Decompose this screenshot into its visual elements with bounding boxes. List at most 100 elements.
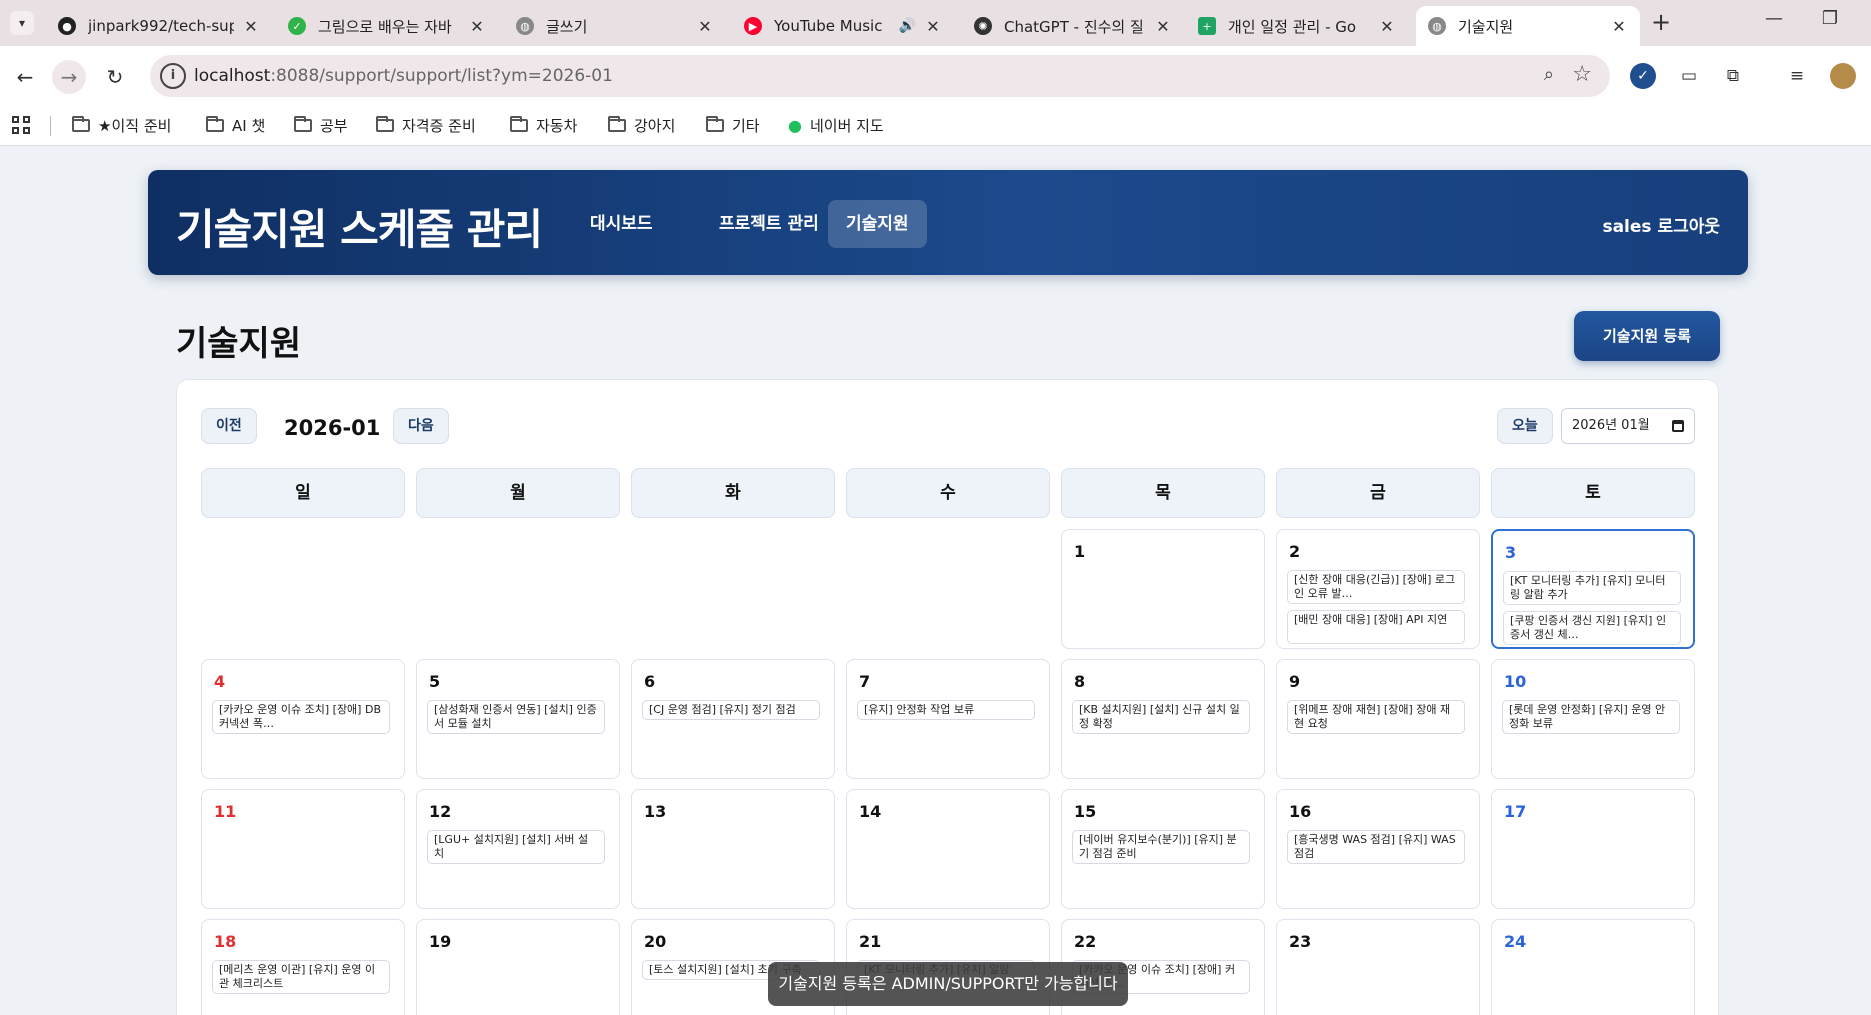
close-tab-icon[interactable]: ✕ — [924, 17, 942, 36]
address-bar[interactable]: i localhost:8088/support/support/list?ym… — [150, 55, 1610, 97]
calendar-event[interactable]: [쿠팡 인증서 갱신 지원] [유지] 인증서 갱신 체… — [1503, 611, 1681, 645]
bookmark-folder[interactable]: AI 챗 — [206, 115, 265, 136]
calendar-day[interactable]: 10 [롯데 운영 안정화] [유지] 운영 안정화 보류 — [1491, 659, 1695, 779]
speaker-icon[interactable]: 🔊 — [899, 18, 916, 34]
calendar-event[interactable]: [배민 장애 대응] [장애] API 지연 — [1287, 610, 1465, 644]
browser-tab[interactable]: ✺ ChatGPT - 진수의 질 ✕ — [962, 6, 1184, 46]
calendar-day[interactable]: 1 — [1061, 529, 1265, 649]
browser-tab[interactable]: ✓ 그림으로 배우는 자바 ✕ — [276, 6, 498, 46]
calendar-event[interactable]: [위메프 장애 재현] [장애] 장애 재현 요청 — [1287, 700, 1465, 734]
browser-tab[interactable]: ◍ 글쓰기 ✕ — [504, 6, 726, 46]
back-arrow-icon[interactable]: ← — [8, 60, 42, 94]
calendar-event[interactable]: [신한 장애 대응(긴급)] [장애] 로그인 오류 발… — [1287, 570, 1465, 604]
calendar-day[interactable]: 13 — [631, 789, 835, 909]
reload-icon[interactable]: ↻ — [98, 60, 132, 94]
browser-tab-active[interactable]: ◍ 기술지원 ✕ — [1416, 6, 1640, 46]
bookmark-folder[interactable]: ★이직 준비 — [72, 115, 171, 136]
bookmark-folder[interactable]: 자격증 준비 — [376, 115, 476, 136]
calendar-event[interactable]: [메리츠 운영 이관] [유지] 운영 이관 체크리스트 — [212, 960, 390, 994]
close-tab-icon[interactable]: ✕ — [1378, 17, 1396, 36]
bookmark-star-icon[interactable]: ☆ — [1572, 62, 1592, 87]
url-path: :8088/support/support/list?ym=2026-01 — [270, 66, 613, 86]
day-number: 13 — [644, 802, 667, 821]
calendar-icon[interactable] — [1672, 420, 1684, 432]
calendar-event[interactable]: [롯데 운영 안정화] [유지] 운영 안정화 보류 — [1502, 700, 1680, 734]
calendar-event[interactable]: [네이버 유지보수(분기)] [유지] 분기 점검 준비 — [1072, 830, 1250, 864]
site-info-icon[interactable]: i — [160, 63, 186, 89]
browser-tab[interactable]: + 개인 일정 관리 - Go ✕ — [1186, 6, 1408, 46]
day-number: 12 — [429, 802, 452, 821]
month-picker-input[interactable]: 2026년 01월 — [1561, 408, 1695, 444]
bookmark-folder[interactable]: 기타 — [706, 115, 760, 136]
calendar-day[interactable]: 18 [메리츠 운영 이관] [유지] 운영 이관 체크리스트 — [201, 919, 405, 1015]
weekday-header: 금 — [1276, 468, 1480, 518]
calendar-day[interactable]: 9 [위메프 장애 재현] [장애] 장애 재현 요청 — [1276, 659, 1480, 779]
calendar-event[interactable]: [삼성화재 인증서 연동] [설치] 인증서 모듈 설치 — [427, 700, 605, 734]
today-button[interactable]: 오늘 — [1497, 408, 1553, 444]
calendar-event[interactable]: [유지] 안정화 작업 보류 — [857, 700, 1035, 720]
close-tab-icon[interactable]: ✕ — [242, 17, 260, 36]
logout-link[interactable]: sales 로그아웃 — [1602, 212, 1720, 237]
browser-toolbar: ← → ↻ i localhost:8088/support/support/l… — [0, 46, 1871, 106]
bookmark-label: 기타 — [732, 117, 760, 135]
bookmark-folder[interactable]: 공부 — [294, 115, 348, 136]
day-number: 21 — [859, 932, 882, 951]
forward-arrow-icon[interactable]: → — [52, 60, 86, 94]
media-queue-icon[interactable]: ≡ — [1784, 63, 1810, 89]
weekday-header: 화 — [631, 468, 835, 518]
calendar-day[interactable]: 14 — [846, 789, 1050, 909]
day-number: 7 — [859, 672, 871, 691]
extension-check-icon[interactable]: ✓ — [1630, 63, 1656, 89]
nav-tech-support[interactable]: 기술지원 — [828, 200, 927, 248]
tab-title: YouTube Music — [774, 17, 883, 35]
calendar-event[interactable]: [KT 모니터링 추가] [유지] 모니터링 알람 추가 — [1503, 571, 1681, 605]
bookmark-folder[interactable]: 자동차 — [510, 115, 577, 136]
calendar-day[interactable]: 11 — [201, 789, 405, 909]
nav-project-management[interactable]: 프로젝트 관리 — [701, 200, 837, 248]
cast-icon[interactable]: ▭ — [1676, 63, 1702, 89]
calendar-event[interactable]: [LGU+ 설치지원] [설치] 서버 설치 — [427, 830, 605, 864]
minimize-icon[interactable]: — — [1754, 8, 1794, 29]
close-tab-icon[interactable]: ✕ — [468, 17, 486, 36]
nav-dashboard[interactable]: 대시보드 — [572, 200, 671, 248]
calendar-event[interactable]: [흥국생명 WAS 점검] [유지] WAS 점검 — [1287, 830, 1465, 864]
calendar-day[interactable]: 2 [신한 장애 대응(긴급)] [장애] 로그인 오류 발… [배민 장애 대응]… — [1276, 529, 1480, 649]
close-tab-icon[interactable]: ✕ — [696, 17, 714, 36]
prev-month-button[interactable]: 이전 — [201, 408, 257, 444]
apps-grid-icon[interactable] — [12, 116, 30, 134]
calendar-day[interactable]: 16 [흥국생명 WAS 점검] [유지] WAS 점검 — [1276, 789, 1480, 909]
calendar-day[interactable]: 12 [LGU+ 설치지원] [설치] 서버 설치 — [416, 789, 620, 909]
calendar-day[interactable]: 24 — [1491, 919, 1695, 1015]
bookmark-folder[interactable]: 강아지 — [608, 115, 675, 136]
zoom-icon[interactable]: ⌕ — [1544, 64, 1554, 85]
browser-tab[interactable]: ● jinpark992/tech-sup ✕ — [46, 6, 272, 46]
calendar-day-today[interactable]: 3 [KT 모니터링 추가] [유지] 모니터링 알람 추가 [쿠팡 인증서 갱신 … — [1491, 529, 1695, 649]
calendar-day[interactable]: 5 [삼성화재 인증서 연동] [설치] 인증서 모듈 설치 — [416, 659, 620, 779]
tab-search-chevron-icon[interactable]: ▾ — [10, 11, 34, 35]
new-tab-plus-icon[interactable]: + — [1648, 10, 1674, 36]
calendar-day[interactable]: 6 [CJ 운영 점검] [유지] 정기 점검 — [631, 659, 835, 779]
day-number: 9 — [1289, 672, 1301, 691]
calendar-event[interactable]: [카카오 운영 이슈 조치] [장애] DB 커넥션 폭… — [212, 700, 390, 734]
register-support-button[interactable]: 기술지원 등록 — [1574, 311, 1720, 361]
calendar-day[interactable]: 17 — [1491, 789, 1695, 909]
folder-icon — [706, 116, 724, 132]
browser-tab[interactable]: ▶ YouTube Music 🔊 ✕ — [732, 6, 954, 46]
profile-avatar[interactable] — [1830, 63, 1856, 89]
calendar-day[interactable]: 19 — [416, 919, 620, 1015]
calendar-day[interactable]: 8 [KB 설치지원] [설치] 신규 설치 일정 확정 — [1061, 659, 1265, 779]
day-number: 8 — [1074, 672, 1086, 691]
day-number: 19 — [429, 932, 452, 951]
close-tab-icon[interactable]: ✕ — [1154, 17, 1172, 36]
close-tab-icon[interactable]: ✕ — [1610, 17, 1628, 36]
extensions-puzzle-icon[interactable]: ⧉ — [1720, 63, 1746, 89]
calendar-event[interactable]: [CJ 운영 점검] [유지] 정기 점검 — [642, 700, 820, 720]
calendar-day[interactable]: 4 [카카오 운영 이슈 조치] [장애] DB 커넥션 폭… — [201, 659, 405, 779]
restore-icon[interactable]: ❐ — [1810, 8, 1850, 29]
calendar-day[interactable]: 23 — [1276, 919, 1480, 1015]
next-month-button[interactable]: 다음 — [393, 408, 449, 444]
calendar-day[interactable]: 7 [유지] 안정화 작업 보류 — [846, 659, 1050, 779]
calendar-day[interactable]: 15 [네이버 유지보수(분기)] [유지] 분기 점검 준비 — [1061, 789, 1265, 909]
calendar-event[interactable]: [KB 설치지원] [설치] 신규 설치 일정 확정 — [1072, 700, 1250, 734]
bookmark-link[interactable]: ● 네이버 지도 — [788, 115, 884, 136]
